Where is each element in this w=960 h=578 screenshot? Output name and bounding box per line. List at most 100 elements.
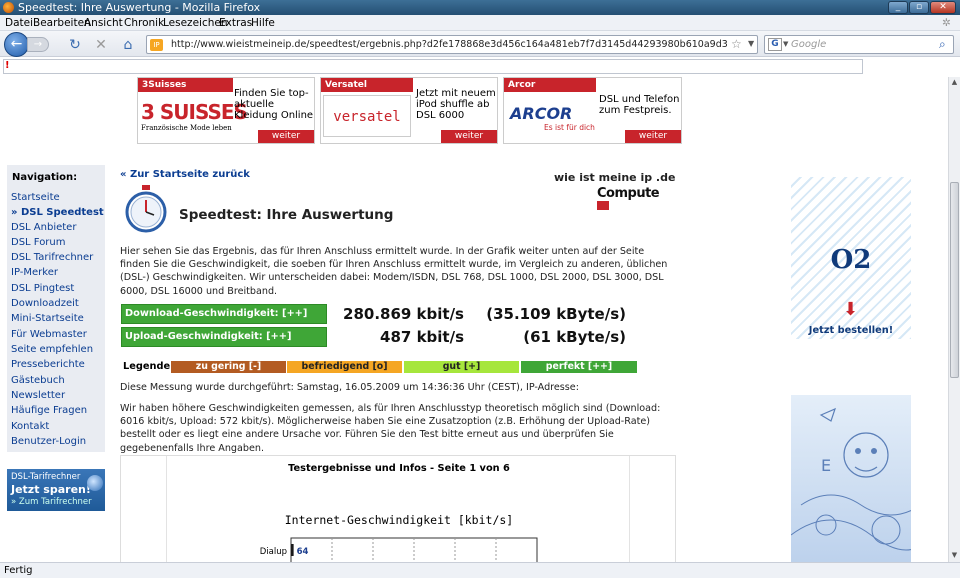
window-titlebar: Speedtest: Ihre Auswertung - Mozilla Fir… xyxy=(0,0,960,15)
globe-icon xyxy=(87,475,103,491)
stop-icon[interactable]: ✕ xyxy=(93,37,109,53)
reload-icon[interactable]: ↻ xyxy=(67,37,83,53)
arrow-down-icon: ⬇ xyxy=(843,299,859,320)
legend-gut: gut [+] xyxy=(404,361,519,373)
legend-zu-gering: zu gering [-] xyxy=(171,361,286,373)
bookmark-star-icon[interactable]: ☆ xyxy=(731,37,742,51)
ad-weiter-button[interactable]: weiter xyxy=(441,130,497,143)
scroll-down-icon[interactable]: ▼ xyxy=(950,551,959,560)
svg-text:E: E xyxy=(821,456,831,475)
back-to-start-link[interactable]: « Zur Startseite zurück xyxy=(120,169,250,180)
ad-text: DSL und Telefon zum Festpreis. xyxy=(599,94,680,116)
minimize-button[interactable]: _ xyxy=(888,1,908,14)
sidebar-item-haeufige-fragen[interactable]: Häufige Fragen xyxy=(11,405,87,416)
ad-header: Versatel xyxy=(321,78,413,92)
legend-label: Legende: xyxy=(123,361,175,372)
scrollbar-thumb[interactable] xyxy=(950,182,959,378)
ad-weiter-button[interactable]: weiter xyxy=(625,130,681,143)
sidebar-item-dsl-pingtest[interactable]: DSL Pingtest xyxy=(11,283,74,294)
window-title: Speedtest: Ihre Auswertung - Mozilla Fir… xyxy=(18,1,261,14)
menu-bar: Datei Bearbeiten Ansicht Chronik Lesezei… xyxy=(0,15,960,31)
sidebar-item-downloadzeit[interactable]: Downloadzeit xyxy=(11,298,79,309)
menu-datei[interactable]: Datei xyxy=(5,17,33,29)
menu-bearbeiten[interactable]: Bearbeiten xyxy=(33,17,91,29)
download-kbyte: (35.109 kByte/s) xyxy=(486,305,626,323)
legend-perfekt: perfekt [++] xyxy=(521,361,637,373)
sidebar-item-ip-merker[interactable]: IP-Merker xyxy=(11,267,58,278)
search-icon[interactable]: ⌕ xyxy=(939,37,946,52)
sidebar-item-dsl-forum[interactable]: DSL Forum xyxy=(11,237,66,248)
menu-extras[interactable]: Extras xyxy=(219,17,252,29)
versatel-logo: versatel xyxy=(323,95,411,137)
navigation-toolbar: ← → ↻ ✕ ⌂ IP http://www.wieistmeineip.de… xyxy=(0,31,960,57)
sidebar-item-mini-startseite[interactable]: Mini-Startseite xyxy=(11,313,84,324)
scroll-up-icon[interactable]: ▲ xyxy=(950,78,959,87)
upload-kbit: 487 kbit/s xyxy=(380,328,464,346)
menu-chronik[interactable]: Chronik xyxy=(124,17,164,29)
search-input[interactable]: Google xyxy=(791,39,826,50)
ad-versatel[interactable]: Versatel versatel Jetzt mit neuem iPod s… xyxy=(320,77,498,144)
url-dropdown-icon[interactable]: ▼ xyxy=(748,39,754,48)
vertical-scrollbar[interactable]: ▲ ▼ xyxy=(948,77,960,562)
sidebar-item-fuer-webmaster[interactable]: Für Webmaster xyxy=(11,329,87,340)
sidebar-item-dsl-tarifrechner[interactable]: DSL Tarifrechner xyxy=(11,252,93,263)
ad-header: Arcor xyxy=(504,78,596,92)
sidebar-item-kontakt[interactable]: Kontakt xyxy=(11,421,49,432)
menu-ansicht[interactable]: Ansicht xyxy=(84,17,123,29)
forward-button[interactable]: → xyxy=(27,37,49,52)
firefox-icon xyxy=(3,2,14,13)
sidebar-item-presseberichte[interactable]: Presseberichte xyxy=(11,359,85,370)
ad-3suisses[interactable]: 3Suisses 3 SUISSES Französische Mode leb… xyxy=(137,77,315,144)
o2-cta[interactable]: Jetzt bestellen! xyxy=(791,325,911,336)
page-content: 3Suisses 3 SUISSES Französische Mode leb… xyxy=(0,77,948,562)
sidebar-item-newsletter[interactable]: Newsletter xyxy=(11,390,65,401)
page-title: Speedtest: Ihre Auswertung xyxy=(179,207,394,223)
doodle-illustration: E xyxy=(790,407,932,551)
upload-kbyte: (61 kByte/s) xyxy=(523,328,626,346)
back-button[interactable]: ← xyxy=(4,32,29,57)
maximize-button[interactable]: ▫ xyxy=(909,1,929,14)
illustration-ad[interactable]: E xyxy=(790,395,932,562)
ad-weiter-button[interactable]: weiter xyxy=(258,130,314,143)
computerbild-badge xyxy=(597,201,609,210)
speed-chart: Dialup64DSL 768768 xyxy=(260,537,538,562)
sidebar-item-seite-empfehlen[interactable]: Seite empfehlen xyxy=(11,344,93,355)
engine-dropdown-icon[interactable]: ▼ xyxy=(783,40,788,48)
status-text: Fertig xyxy=(4,565,33,576)
ad-text: Jetzt mit neuem iPod shuffle ab DSL 6000 xyxy=(416,88,496,121)
3suisses-slogan: Französische Mode leben xyxy=(141,124,232,132)
ad-header: 3Suisses xyxy=(138,78,233,92)
menu-hilfe[interactable]: Hilfe xyxy=(251,17,275,29)
site-icon: IP xyxy=(150,39,163,51)
sidebar-item-startseite[interactable]: Startseite xyxy=(11,192,60,203)
sidebar-item-dsl-anbieter[interactable]: DSL Anbieter xyxy=(11,222,76,233)
search-engine-icon[interactable]: G xyxy=(768,38,782,51)
url-text[interactable]: http://www.wieistmeineip.de/speedtest/er… xyxy=(171,39,727,50)
upload-label: Upload-Geschwindigkeit: [++] xyxy=(121,327,327,347)
info-bar: ! xyxy=(0,57,960,77)
chart-title: Internet-Geschwindigkeit [kbit/s] xyxy=(284,513,514,527)
download-label: Download-Geschwindigkeit: [++] xyxy=(121,304,327,324)
intro-text: Hier sehen Sie das Ergebnis, das für Ihr… xyxy=(120,246,668,297)
notice-text: Wir haben höhere Geschwindigkeiten gemes… xyxy=(120,403,661,454)
menu-lesezeichen[interactable]: Lesezeichen xyxy=(163,17,228,29)
o2-ad[interactable]: O2 ⬇ Jetzt bestellen! xyxy=(791,177,911,339)
stopwatch-icon xyxy=(125,185,167,233)
download-kbit: 280.869 kbit/s xyxy=(343,305,464,323)
tarif-slogan: Jetzt sparen! xyxy=(11,483,91,496)
sidebar-item-benutzer-login[interactable]: Benutzer-Login xyxy=(11,436,86,447)
results-title: Testergebnisse und Infos - Seite 1 von 6 xyxy=(288,463,510,474)
search-bar[interactable]: G ▼ Google ⌕ xyxy=(764,35,954,54)
tarifrechner-banner[interactable]: DSL-Tarifrechner Jetzt sparen! » Zum Tar… xyxy=(7,469,105,511)
sidebar-item-dsl-speedtest[interactable]: » DSL Speedtest xyxy=(11,207,104,218)
home-icon[interactable]: ⌂ xyxy=(120,37,136,53)
legend-befriedigend: befriedigend [o] xyxy=(287,361,402,373)
tarif-link[interactable]: » Zum Tarifrechner xyxy=(11,497,92,507)
close-button[interactable]: ✕ xyxy=(930,1,956,14)
ad-arcor[interactable]: Arcor ARCOR Es ist für dich DSL und Tele… xyxy=(503,77,682,144)
url-bar[interactable]: IP http://www.wieistmeineip.de/speedtest… xyxy=(146,35,758,54)
sidebar-item-gaestebuch[interactable]: Gästebuch xyxy=(11,375,65,386)
measurement-text: Diese Messung wurde durchgeführt: Samsta… xyxy=(120,382,579,393)
sidebar-navigation: Navigation: Startseite » DSL Speedtest D… xyxy=(7,165,105,452)
warning-icon: ! xyxy=(5,60,10,71)
